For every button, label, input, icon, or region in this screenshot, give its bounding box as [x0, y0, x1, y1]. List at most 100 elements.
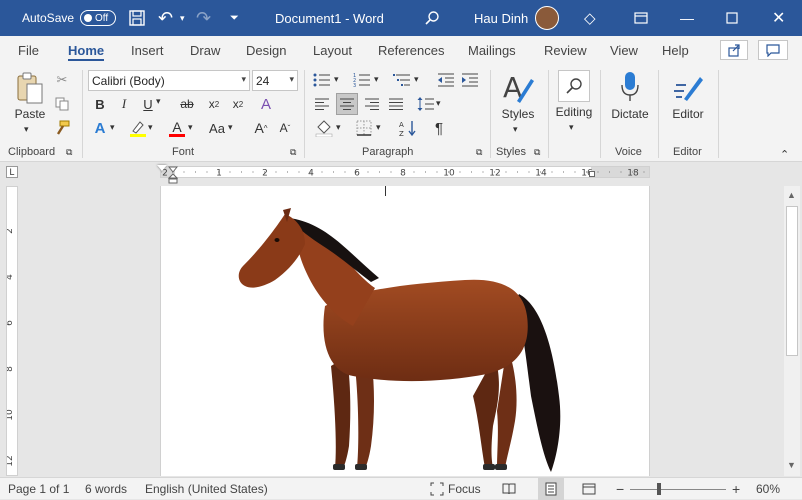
- scroll-down-icon[interactable]: ▼: [787, 460, 796, 470]
- focus-button[interactable]: Focus: [430, 478, 481, 500]
- left-indent-marker[interactable]: [167, 166, 179, 184]
- horse-image[interactable]: [235, 206, 575, 476]
- clipboard-launcher-icon[interactable]: ⧉: [66, 147, 72, 158]
- bullets-dropdown-icon[interactable]: ▾: [334, 74, 339, 85]
- increase-indent-icon[interactable]: [460, 70, 480, 90]
- text-effects-dropdown-icon[interactable]: ▾: [110, 122, 115, 133]
- tab-view[interactable]: View: [610, 36, 638, 64]
- grow-font-icon[interactable]: A ^: [252, 118, 270, 138]
- print-layout-icon[interactable]: [538, 478, 564, 500]
- shading-dropdown-icon[interactable]: ▾: [336, 122, 341, 133]
- numbering-icon[interactable]: 123: [352, 70, 372, 90]
- zoom-slider-thumb[interactable]: [657, 482, 661, 495]
- maximize-icon[interactable]: [726, 0, 738, 36]
- italic-icon[interactable]: I: [116, 95, 132, 113]
- underline-dropdown-icon[interactable]: ▾: [156, 96, 161, 107]
- superscript-icon[interactable]: x2: [228, 95, 248, 113]
- search-icon[interactable]: [424, 0, 440, 36]
- page-count[interactable]: Page 1 of 1: [8, 478, 69, 500]
- format-painter-icon[interactable]: [54, 120, 70, 136]
- align-left-icon[interactable]: [312, 95, 332, 113]
- tab-mailings[interactable]: Mailings: [468, 36, 516, 64]
- copy-icon[interactable]: [54, 96, 70, 112]
- zoom-out-icon[interactable]: −: [616, 478, 624, 500]
- styles-launcher-icon[interactable]: ⧉: [534, 147, 540, 158]
- collapse-ribbon-icon[interactable]: ⌃: [780, 148, 789, 161]
- clear-formatting-icon[interactable]: A: [256, 94, 276, 114]
- vertical-scrollbar[interactable]: ▲ ▼: [784, 186, 800, 476]
- comments-button[interactable]: [758, 40, 788, 60]
- cut-icon[interactable]: ✂: [54, 72, 70, 88]
- paste-dropdown-icon[interactable]: ▾: [24, 124, 29, 135]
- highlight-dropdown-icon[interactable]: ▾: [148, 122, 153, 133]
- styles-icon[interactable]: A: [500, 70, 536, 106]
- tab-home[interactable]: Home: [68, 36, 105, 64]
- change-case-icon[interactable]: Aa: [206, 118, 228, 138]
- diamond-icon[interactable]: ◇: [584, 0, 596, 36]
- customize-qat-icon[interactable]: ⏷: [230, 0, 239, 36]
- show-formatting-icon[interactable]: ¶: [430, 118, 448, 138]
- zoom-in-icon[interactable]: +: [732, 478, 740, 500]
- document-page[interactable]: [160, 186, 650, 476]
- editing-label[interactable]: Editing: [552, 105, 596, 119]
- scroll-thumb[interactable]: [786, 206, 798, 356]
- font-color-icon[interactable]: A: [168, 118, 186, 138]
- horizontal-ruler[interactable]: 2 1 2 4 6 8 10 12 14 16 18: [157, 165, 650, 178]
- language[interactable]: English (United States): [145, 478, 268, 500]
- editor-pen-icon[interactable]: [672, 70, 704, 104]
- editing-dropdown-icon[interactable]: ▾: [569, 122, 574, 133]
- tab-design[interactable]: Design: [246, 36, 286, 64]
- shading-icon[interactable]: [314, 118, 334, 138]
- tab-layout[interactable]: Layout: [313, 36, 352, 64]
- tab-selector-icon[interactable]: L: [6, 166, 18, 178]
- styles-dropdown-icon[interactable]: ▾: [513, 124, 518, 135]
- font-launcher-icon[interactable]: ⧉: [290, 147, 296, 158]
- minimize-icon[interactable]: —: [680, 0, 694, 36]
- bullets-icon[interactable]: [312, 70, 332, 90]
- autosave-toggle[interactable]: Off: [80, 0, 116, 36]
- borders-icon[interactable]: [354, 118, 374, 138]
- font-size-select[interactable]: 24 ▾: [252, 70, 298, 91]
- sort-icon[interactable]: AZ: [398, 118, 418, 138]
- text-effects-icon[interactable]: A: [92, 118, 108, 138]
- tab-help[interactable]: Help: [662, 36, 689, 64]
- bold-icon[interactable]: B: [92, 95, 108, 113]
- tab-file[interactable]: File: [18, 36, 39, 64]
- word-count[interactable]: 6 words: [85, 478, 127, 500]
- editor-label[interactable]: Editor: [666, 107, 710, 121]
- vertical-ruler[interactable]: 2468101214: [6, 186, 18, 476]
- paragraph-launcher-icon[interactable]: ⧉: [476, 147, 482, 158]
- line-spacing-icon[interactable]: [416, 95, 436, 113]
- read-mode-icon[interactable]: [502, 478, 516, 500]
- user-name[interactable]: Hau Dinh: [474, 0, 528, 36]
- multilevel-list-dropdown-icon[interactable]: ▾: [414, 74, 419, 85]
- close-icon[interactable]: ✕: [772, 0, 785, 36]
- zoom-slider[interactable]: [630, 478, 726, 500]
- dictate-label[interactable]: Dictate: [608, 107, 652, 121]
- font-name-select[interactable]: Calibri (Body) ▾: [88, 70, 250, 91]
- microphone-icon[interactable]: [616, 70, 644, 104]
- decrease-indent-icon[interactable]: [436, 70, 456, 90]
- shrink-font-icon[interactable]: Aˇ: [276, 118, 294, 138]
- share-button[interactable]: [720, 40, 748, 60]
- right-indent-marker[interactable]: [589, 171, 595, 177]
- change-case-dropdown-icon[interactable]: ▾: [228, 122, 233, 133]
- tab-references[interactable]: References: [378, 36, 444, 64]
- justify-icon[interactable]: [386, 95, 406, 113]
- subscript-icon[interactable]: x2: [204, 95, 224, 113]
- strikethrough-icon[interactable]: ab: [176, 95, 198, 113]
- undo-icon[interactable]: ↶: [158, 0, 173, 36]
- paste-icon[interactable]: [14, 70, 46, 106]
- align-right-icon[interactable]: [362, 95, 382, 113]
- underline-icon[interactable]: U: [140, 95, 156, 113]
- align-center-icon[interactable]: [336, 93, 358, 115]
- save-icon[interactable]: [128, 0, 146, 36]
- avatar[interactable]: [535, 0, 559, 36]
- tab-draw[interactable]: Draw: [190, 36, 220, 64]
- multilevel-list-icon[interactable]: [392, 70, 412, 90]
- tab-review[interactable]: Review: [544, 36, 587, 64]
- find-icon[interactable]: [558, 70, 590, 102]
- undo-dropdown-icon[interactable]: ▾: [180, 0, 185, 36]
- zoom-level[interactable]: 60%: [756, 478, 780, 500]
- tab-insert[interactable]: Insert: [131, 36, 164, 64]
